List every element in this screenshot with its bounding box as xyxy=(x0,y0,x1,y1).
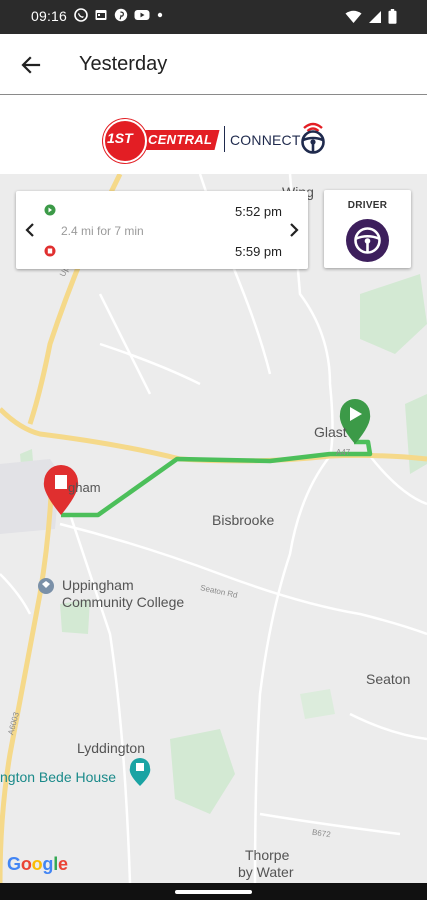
college-pin-icon xyxy=(38,578,54,594)
map-label-bede-house: ngton Bede House xyxy=(0,769,116,785)
connect-logo-icon xyxy=(297,120,329,159)
google-logo: Google xyxy=(7,854,68,875)
status-time: 09:16 xyxy=(31,8,68,24)
page-title: Yesterday xyxy=(79,53,168,75)
end-marker-icon xyxy=(44,244,56,262)
wifi-icon xyxy=(345,10,362,29)
next-trip-button[interactable] xyxy=(286,220,302,240)
trip-distance-duration: 2.4 mi for 7 min xyxy=(61,224,144,238)
system-nav-bar xyxy=(0,883,427,900)
brand-product-text: CONNECT xyxy=(230,132,301,148)
google-logo-letter: o xyxy=(31,854,43,874)
map-label-thorpe-line2: by Water xyxy=(238,864,294,880)
calendar-icon xyxy=(94,8,108,27)
previous-trip-button[interactable] xyxy=(22,220,38,240)
trip-end-time: 5:59 pm xyxy=(235,244,282,259)
start-marker-icon xyxy=(44,203,56,221)
trip-summary-card: 5:52 pm 2.4 mi for 7 min 5:59 pm xyxy=(16,191,308,269)
signal-icon xyxy=(368,10,382,29)
battery-icon xyxy=(388,9,397,29)
driver-button[interactable]: DRIVER xyxy=(324,190,411,268)
brand-name-text: CENTRAL xyxy=(148,132,213,147)
status-bar: 09:16 xyxy=(0,0,427,34)
map-label-uppingham: gham xyxy=(68,480,101,495)
map-label-seaton: Seaton xyxy=(366,671,411,687)
map-label-college-line2: Community College xyxy=(62,594,185,610)
google-logo-letter: g xyxy=(42,854,54,874)
youtube-icon xyxy=(134,8,150,27)
driver-label: DRIVER xyxy=(347,200,388,211)
whatsapp-icon xyxy=(74,7,88,27)
map-label-thorpe-line1: Thorpe xyxy=(245,847,290,863)
brand-badge-text: 1ST xyxy=(107,130,133,146)
map-park-area xyxy=(300,689,335,719)
status-notification-icons xyxy=(74,7,164,27)
chevron-left-icon xyxy=(22,223,38,244)
trip-map[interactable]: Wing Glast gham Bisbrooke Uppingham Comm… xyxy=(0,174,427,883)
pinterest-icon xyxy=(114,8,128,27)
status-system-icons xyxy=(345,9,397,29)
home-gesture-handle[interactable] xyxy=(175,890,252,894)
brand-divider xyxy=(224,126,225,152)
map-label-lyddington: Lyddington xyxy=(77,740,145,756)
map-road-label-glaston: A47 xyxy=(336,448,351,457)
trip-start-time: 5:52 pm xyxy=(235,204,282,219)
map-label-bisbrooke: Bisbrooke xyxy=(212,512,275,528)
google-logo-letter: G xyxy=(7,854,21,874)
steering-wheel-icon xyxy=(346,219,389,267)
app-bar: Yesterday xyxy=(0,34,427,95)
google-logo-letter: o xyxy=(20,854,32,874)
back-button[interactable] xyxy=(16,50,46,80)
map-label-college-line1: Uppingham xyxy=(62,577,134,593)
google-logo-letter: e xyxy=(58,854,68,874)
dot-icon xyxy=(156,8,164,27)
map-label-glaston: Glast xyxy=(314,424,347,440)
chevron-right-icon xyxy=(286,223,302,244)
arrow-back-icon xyxy=(16,56,46,84)
